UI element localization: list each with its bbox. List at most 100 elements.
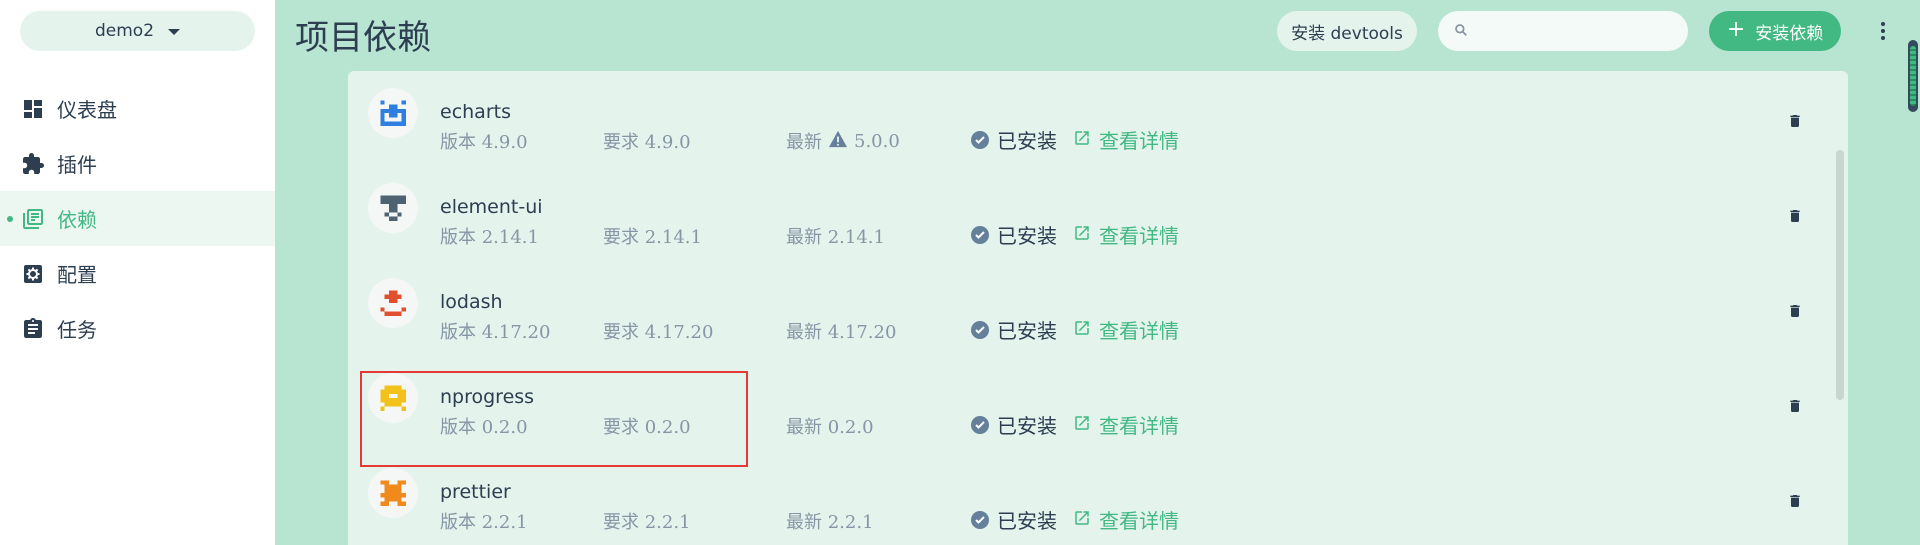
sidebar-item-config[interactable]: 配置 [0, 246, 275, 301]
open-in-new-icon [1073, 318, 1091, 342]
installed-status: 已安装 [971, 315, 1057, 344]
active-indicator [7, 216, 13, 222]
search-input[interactable] [1478, 21, 1678, 41]
project-name: demo2 [94, 21, 155, 41]
view-details-label: 查看详情 [1099, 509, 1179, 533]
page-scrollbar[interactable] [1908, 40, 1918, 112]
clipboard-icon [20, 316, 46, 342]
delete-icon[interactable] [1785, 205, 1805, 227]
search-box[interactable] [1438, 11, 1688, 51]
open-in-new-icon [1073, 413, 1091, 437]
package-avatar [368, 88, 418, 138]
check-circle-icon [971, 415, 989, 434]
latest-version-value: 5.0.0 [854, 130, 900, 152]
installed-label: 已安装 [997, 224, 1057, 248]
required-version: 要求 0.2.0 [603, 417, 691, 438]
installed-status: 已安装 [971, 125, 1057, 154]
sidebar-item-plugins[interactable]: 插件 [0, 136, 275, 191]
delete-icon[interactable] [1785, 300, 1805, 322]
dashboard-icon [20, 96, 46, 122]
delete-icon[interactable] [1785, 490, 1805, 512]
latest-version: 最新 2.2.1 [786, 512, 874, 533]
sidebar-item-label: 配置 [57, 263, 97, 287]
latest-version: 最新 0.2.0 [786, 417, 874, 438]
puzzle-icon [20, 151, 46, 177]
package-avatar [368, 183, 418, 233]
project-selector[interactable]: demo2 [20, 11, 255, 51]
list-item: prettier 版本 2.2.1 要求 2.2.1 最新 2.2.1 已安装 … [348, 451, 1828, 545]
package-avatar [368, 373, 418, 423]
warning-icon [828, 130, 848, 153]
package-avatar [368, 468, 418, 518]
list-scrollbar[interactable] [1836, 150, 1844, 400]
install-dependency-button[interactable]: + 安装依赖 [1709, 11, 1841, 51]
search-icon [1454, 22, 1468, 41]
library-icon [20, 206, 46, 232]
view-details-link[interactable]: 查看详情 [1073, 220, 1179, 249]
view-details-link[interactable]: 查看详情 [1073, 125, 1179, 154]
installed-version: 版本 4.17.20 [440, 322, 551, 343]
sidebar-item-dashboard[interactable]: 仪表盘 [0, 81, 275, 136]
page-title: 项目依赖 [295, 18, 431, 58]
latest-label: 最新 [786, 132, 822, 153]
view-details-label: 查看详情 [1099, 129, 1179, 153]
installed-status: 已安装 [971, 410, 1057, 439]
more-vert-icon[interactable] [1871, 18, 1895, 44]
list-item: nprogress 版本 0.2.0 要求 0.2.0 最新 0.2.0 已安装… [348, 356, 1828, 451]
open-in-new-icon [1073, 508, 1091, 532]
sidebar-nav: 仪表盘 插件 依赖 配置 任务 [0, 81, 275, 356]
package-avatar [368, 278, 418, 328]
sidebar-item-label: 依赖 [57, 208, 97, 232]
required-version: 要求 2.2.1 [603, 512, 691, 533]
latest-version: 最新 5.0.0 [786, 128, 900, 154]
check-circle-icon [971, 320, 989, 339]
open-in-new-icon [1073, 223, 1091, 247]
view-details-link[interactable]: 查看详情 [1073, 315, 1179, 344]
package-name: element-ui [440, 196, 543, 218]
plus-icon: + [1726, 17, 1746, 42]
sidebar-item-label: 仪表盘 [57, 98, 117, 122]
view-details-label: 查看详情 [1099, 224, 1179, 248]
installed-label: 已安装 [997, 414, 1057, 438]
required-version: 要求 4.17.20 [603, 322, 714, 343]
package-name: lodash [440, 291, 503, 313]
open-in-new-icon [1073, 128, 1091, 152]
list-item: element-ui 版本 2.14.1 要求 2.14.1 最新 2.14.1… [348, 166, 1828, 261]
required-version: 要求 2.14.1 [603, 227, 702, 248]
delete-icon[interactable] [1785, 395, 1805, 417]
dependency-list: echarts 版本 4.9.0 要求 4.9.0 最新 5.0.0 已安装 查… [348, 71, 1848, 545]
main-area: 项目依赖 安装 devtools + 安装依赖 echarts 版本 4.9.0… [275, 0, 1920, 545]
installed-label: 已安装 [997, 319, 1057, 343]
installed-label: 已安装 [997, 129, 1057, 153]
check-circle-icon [971, 225, 989, 244]
list-item: echarts 版本 4.9.0 要求 4.9.0 最新 5.0.0 已安装 查… [348, 71, 1828, 166]
sidebar-item-label: 插件 [57, 153, 97, 177]
install-devtools-button[interactable]: 安装 devtools [1277, 11, 1417, 51]
sidebar-item-dependencies[interactable]: 依赖 [0, 191, 275, 246]
sidebar-item-tasks[interactable]: 任务 [0, 301, 275, 356]
view-details-label: 查看详情 [1099, 414, 1179, 438]
package-name: prettier [440, 481, 511, 503]
installed-version: 版本 2.2.1 [440, 512, 528, 533]
view-details-link[interactable]: 查看详情 [1073, 410, 1179, 439]
package-name: nprogress [440, 386, 535, 408]
view-details-link[interactable]: 查看详情 [1073, 505, 1179, 534]
latest-version: 最新 4.17.20 [786, 322, 897, 343]
installed-version: 版本 0.2.0 [440, 417, 528, 438]
installed-status: 已安装 [971, 505, 1057, 534]
installed-status: 已安装 [971, 220, 1057, 249]
package-name: echarts [440, 101, 511, 123]
list-item: lodash 版本 4.17.20 要求 4.17.20 最新 4.17.20 … [348, 261, 1828, 356]
settings-icon [20, 261, 46, 287]
installed-version: 版本 2.14.1 [440, 227, 539, 248]
delete-icon[interactable] [1785, 110, 1805, 132]
latest-version: 最新 2.14.1 [786, 227, 885, 248]
check-circle-icon [971, 510, 989, 529]
check-circle-icon [971, 130, 989, 149]
installed-label: 已安装 [997, 509, 1057, 533]
installed-version: 版本 4.9.0 [440, 132, 528, 153]
sidebar-item-label: 任务 [57, 318, 97, 342]
view-details-label: 查看详情 [1099, 319, 1179, 343]
install-dependency-label: 安装依赖 [1755, 23, 1824, 44]
required-version: 要求 4.9.0 [603, 132, 691, 153]
